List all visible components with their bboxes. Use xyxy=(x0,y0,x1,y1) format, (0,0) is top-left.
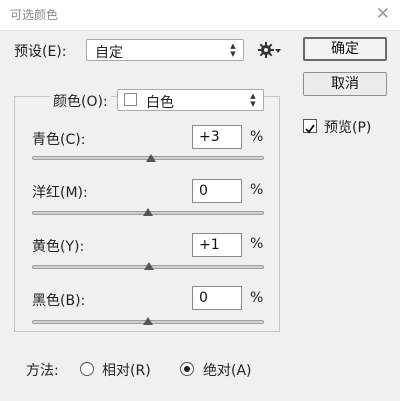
black-unit: % xyxy=(250,290,264,306)
magenta-input[interactable]: 0 xyxy=(192,179,242,203)
black-slider-thumb[interactable] xyxy=(143,317,153,325)
title-bar: 可选颜色 ✕ xyxy=(0,0,400,31)
colors-select[interactable]: 白色 ▲ ▼ xyxy=(117,89,264,111)
black-input[interactable]: 0 xyxy=(192,286,242,310)
cyan-label: 青色(C): xyxy=(32,132,86,148)
yellow-slider-thumb[interactable] xyxy=(144,262,155,270)
preview-label: 预览(P) xyxy=(324,120,372,136)
select-arrows-icon: ▲ ▼ xyxy=(250,92,256,108)
yellow-unit: % xyxy=(250,236,264,252)
yellow-label: 黄色(Y): xyxy=(32,239,85,255)
cyan-input[interactable]: +3 xyxy=(192,125,242,149)
preview-checkbox[interactable] xyxy=(303,119,317,134)
absolute-radio[interactable] xyxy=(180,362,194,376)
yellow-input[interactable]: +1 xyxy=(192,233,242,257)
method-label: 方法: xyxy=(26,363,59,379)
magenta-unit: % xyxy=(250,182,264,198)
cyan-unit: % xyxy=(250,129,264,145)
close-icon[interactable]: ✕ xyxy=(376,4,390,24)
preset-label: 预设(E): xyxy=(14,44,67,60)
relative-label: 相对(R) xyxy=(102,363,151,379)
magenta-slider-thumb[interactable] xyxy=(143,208,153,216)
color-swatch xyxy=(124,93,137,106)
preset-value: 自定 xyxy=(95,45,123,61)
black-label: 黑色(B): xyxy=(32,293,86,309)
cyan-slider-thumb[interactable] xyxy=(146,154,157,162)
gear-icon[interactable] xyxy=(258,41,282,59)
magenta-label: 洋红(M): xyxy=(32,185,88,201)
absolute-label: 绝对(A) xyxy=(203,363,252,379)
radio-selected-dot xyxy=(184,366,190,372)
window-title: 可选颜色 xyxy=(10,8,59,22)
checkmark-icon xyxy=(305,124,315,134)
relative-radio[interactable] xyxy=(80,362,94,376)
colors-label: 颜色(O): xyxy=(50,91,111,111)
select-arrows-icon: ▲ ▼ xyxy=(230,42,236,58)
ok-button[interactable]: 确定 xyxy=(303,37,387,61)
cancel-button[interactable]: 取消 xyxy=(303,72,387,96)
colors-value: 白色 xyxy=(146,95,174,111)
preset-select[interactable]: 自定 ▲ ▼ xyxy=(86,39,244,61)
